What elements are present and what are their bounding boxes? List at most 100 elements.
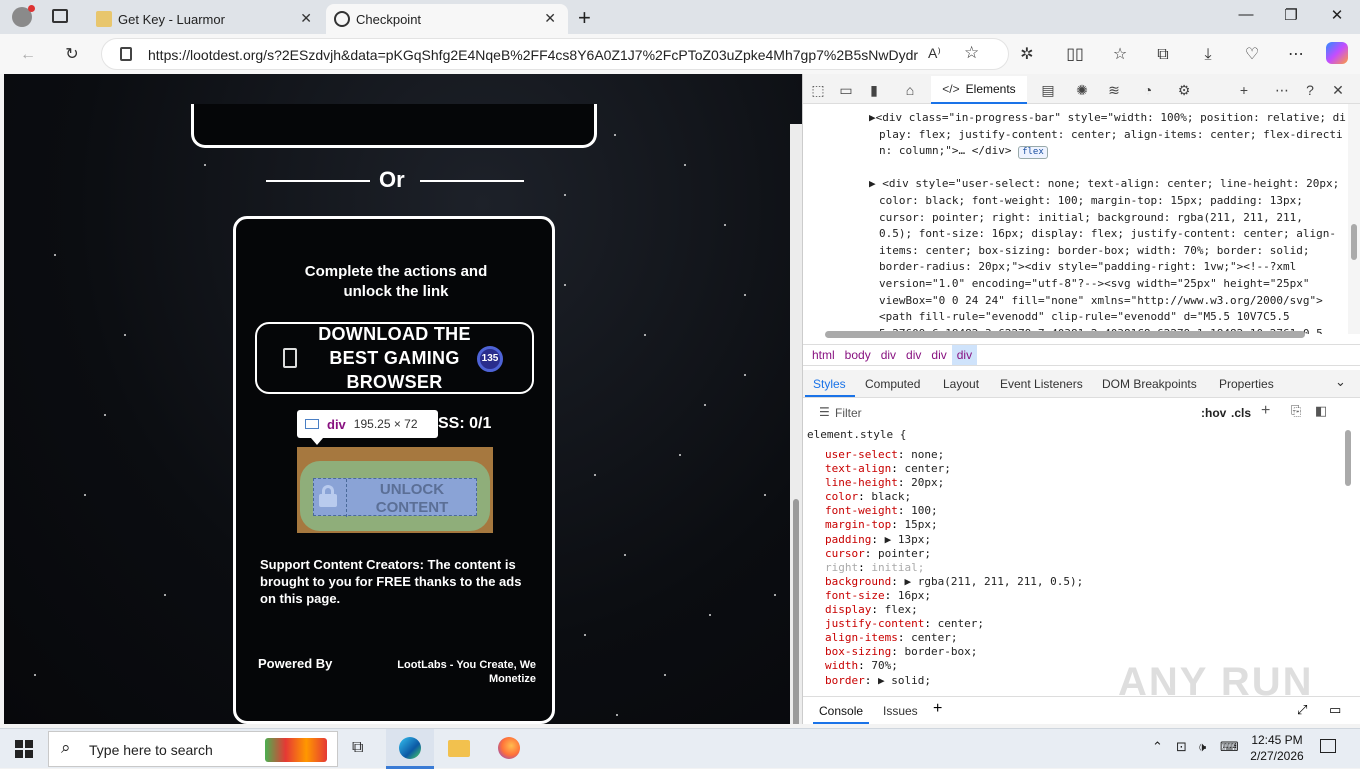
- close-tab-icon[interactable]: ✕: [544, 10, 556, 27]
- tab-event-listeners[interactable]: Event Listeners: [1000, 377, 1083, 391]
- restore-button[interactable]: ❐: [1279, 6, 1303, 24]
- tab-layout[interactable]: Layout: [943, 377, 979, 391]
- close-window-button[interactable]: ✕: [1325, 6, 1349, 24]
- dom-line[interactable]: 0.5); font-size: 16px; display: flex; ju…: [879, 226, 1336, 243]
- css-property-row[interactable]: cursor: pointer;: [803, 547, 1348, 561]
- split-screen-icon[interactable]: ▯▯: [1064, 44, 1086, 66]
- drawer-tab-issues[interactable]: Issues: [883, 704, 918, 718]
- styles-chevron-down-icon[interactable]: ⌄: [1335, 374, 1346, 390]
- tab-get-key[interactable]: Get Key - Luarmor ✕: [88, 4, 324, 34]
- refresh-icon[interactable]: ↻: [61, 44, 83, 66]
- welcome-home-icon[interactable]: ⌂: [901, 81, 919, 99]
- performance-icon[interactable]: ◔: [1139, 81, 1157, 99]
- dom-tree[interactable]: ▶<div class="in-progress-bar" style="wid…: [803, 104, 1348, 334]
- unlock-content-button[interactable]: UNLOCK CONTENT: [313, 478, 477, 517]
- read-aloud-icon[interactable]: A⁾: [928, 45, 941, 62]
- css-property-row[interactable]: padding: ▶ 13px;: [803, 533, 1348, 547]
- cls-toggle[interactable]: .cls: [1231, 406, 1251, 420]
- sources-bug-icon[interactable]: ✺: [1073, 81, 1091, 99]
- language-icon[interactable]: ⌨: [1220, 739, 1239, 755]
- edge-taskbar-icon[interactable]: [386, 729, 434, 769]
- address-bar[interactable]: https://lootdest.org/s?2ESzdvjh&data=pKG…: [101, 38, 1009, 70]
- dom-vertical-scrollbar[interactable]: [1348, 104, 1360, 334]
- dom-line[interactable]: viewBox="0 0 24 24" fill="none" xmlns="h…: [879, 293, 1323, 310]
- console-icon[interactable]: ▤: [1039, 81, 1057, 99]
- volume-icon[interactable]: 🕩: [1198, 739, 1206, 755]
- tab-properties[interactable]: Properties: [1219, 377, 1274, 391]
- tab-checkpoint[interactable]: Checkpoint ✕: [326, 4, 568, 34]
- extensions-icon[interactable]: ✲: [1016, 44, 1038, 66]
- dom-scroll-thumb[interactable]: [1351, 224, 1357, 260]
- minimize-button[interactable]: —: [1234, 6, 1258, 23]
- close-drawer-icon[interactable]: ▭: [1329, 702, 1341, 718]
- favorites-icon[interactable]: ☆: [1109, 44, 1131, 66]
- dock-side-icon[interactable]: ▮: [865, 81, 883, 99]
- dom-line[interactable]: version="1.0" encoding="utf-8"?--><svg w…: [879, 276, 1309, 293]
- tab-computed[interactable]: Computed: [865, 377, 920, 391]
- firefox-icon[interactable]: [498, 737, 520, 759]
- clock[interactable]: 12:45 PM 2/27/2026: [1248, 732, 1306, 764]
- file-explorer-icon[interactable]: [448, 740, 470, 757]
- dom-line[interactable]: border-radius: 20px;"><div style="paddin…: [879, 259, 1296, 276]
- more-menu-icon[interactable]: ⋯: [1285, 44, 1307, 66]
- browser-essentials-icon[interactable]: ♡: [1241, 44, 1263, 66]
- back-arrow-icon[interactable]: ←: [17, 44, 39, 66]
- css-property-row[interactable]: user-select: none;: [803, 448, 1348, 462]
- devtools-more-icon[interactable]: ⋯: [1273, 81, 1291, 99]
- drawer-add-tab-icon[interactable]: +: [933, 700, 942, 718]
- element-state-icon[interactable]: ⎘: [1291, 403, 1301, 419]
- css-property-row[interactable]: align-items: center;: [803, 631, 1348, 645]
- help-icon[interactable]: ?: [1301, 81, 1319, 99]
- dom-horizontal-scrollbar[interactable]: [813, 330, 1331, 340]
- start-windows-icon[interactable]: [15, 740, 33, 758]
- dom-line[interactable]: ▶ <div style="user-select: none; text-al…: [869, 176, 1339, 193]
- lootlabs-link[interactable]: LootLabs - You Create, We Monetize: [384, 658, 536, 686]
- dom-line[interactable]: ▶<div class="in-progress-bar" style="wid…: [869, 110, 1346, 127]
- device-toolbar-icon[interactable]: ▭: [837, 81, 855, 99]
- dom-line[interactable]: <path fill-rule="evenodd" clip-rule="eve…: [879, 309, 1290, 326]
- site-info-icon[interactable]: [120, 47, 132, 61]
- copilot-icon[interactable]: [1326, 42, 1348, 64]
- breadcrumb-item[interactable]: div: [926, 345, 951, 365]
- more-tools-plus-icon[interactable]: +: [1235, 81, 1253, 99]
- tab-dom-breakpoints[interactable]: DOM Breakpoints: [1102, 377, 1197, 391]
- css-property-row[interactable]: box-sizing: border-box;: [803, 645, 1348, 659]
- page-scrollbar[interactable]: [790, 124, 802, 724]
- dom-hscroll-thumb[interactable]: [825, 331, 1305, 338]
- breadcrumb-item[interactable]: html: [807, 345, 840, 365]
- dom-line[interactable]: play: flex; justify-content: center; ali…: [879, 127, 1343, 144]
- taskbar-search-box[interactable]: ⌕ Type here to search: [48, 731, 338, 767]
- notifications-icon[interactable]: [1320, 739, 1336, 753]
- downloads-icon[interactable]: ⤓: [1197, 44, 1219, 66]
- css-property-row[interactable]: right: initial;: [803, 561, 1348, 575]
- styles-scroll-thumb[interactable]: [1345, 430, 1351, 486]
- task-view-icon[interactable]: ⧉: [352, 739, 363, 757]
- dom-line[interactable]: cursor: pointer; right: initial; backgro…: [879, 210, 1303, 227]
- css-property-row[interactable]: font-size: 16px;: [803, 589, 1348, 603]
- tab-actions-icon[interactable]: [52, 9, 68, 23]
- network-icon[interactable]: ⊡: [1176, 739, 1187, 755]
- breadcrumb-item[interactable]: div: [901, 345, 926, 365]
- url-text[interactable]: https://lootdest.org/s?2ESzdvjh&data=pKG…: [148, 47, 918, 63]
- css-property-row[interactable]: text-align: center;: [803, 462, 1348, 476]
- page-scrollbar-thumb[interactable]: [793, 499, 799, 724]
- download-browser-button[interactable]: DOWNLOAD THE BEST GAMING BROWSER 135: [255, 322, 534, 394]
- breadcrumb-item[interactable]: div: [951, 345, 978, 365]
- breadcrumb-item[interactable]: div: [876, 345, 901, 365]
- dom-line[interactable]: items: center; box-sizing: border-box; w…: [879, 243, 1309, 260]
- breadcrumb-item[interactable]: body: [840, 345, 876, 365]
- inspect-element-icon[interactable]: ⬚: [809, 81, 827, 99]
- drawer-tab-console[interactable]: Console: [819, 704, 863, 718]
- new-tab-button[interactable]: +: [578, 5, 591, 31]
- dom-line[interactable]: n: column;">… </div> flex: [879, 143, 1048, 160]
- close-devtools-icon[interactable]: ✕: [1329, 81, 1347, 99]
- dom-line[interactable]: color: black; font-weight: 100; margin-t…: [879, 193, 1303, 210]
- css-property-row[interactable]: margin-top: 15px;: [803, 518, 1348, 532]
- styles-scrollbar[interactable]: [1342, 420, 1354, 690]
- css-property-row[interactable]: font-weight: 100;: [803, 504, 1348, 518]
- hov-toggle[interactable]: :hov: [1201, 406, 1226, 420]
- network-wifi-icon[interactable]: ≋: [1105, 81, 1123, 99]
- new-style-rule-icon[interactable]: +: [1261, 402, 1270, 420]
- css-property-row[interactable]: display: flex;: [803, 603, 1348, 617]
- css-rules[interactable]: element.style {user-select: none; text-al…: [803, 428, 1348, 692]
